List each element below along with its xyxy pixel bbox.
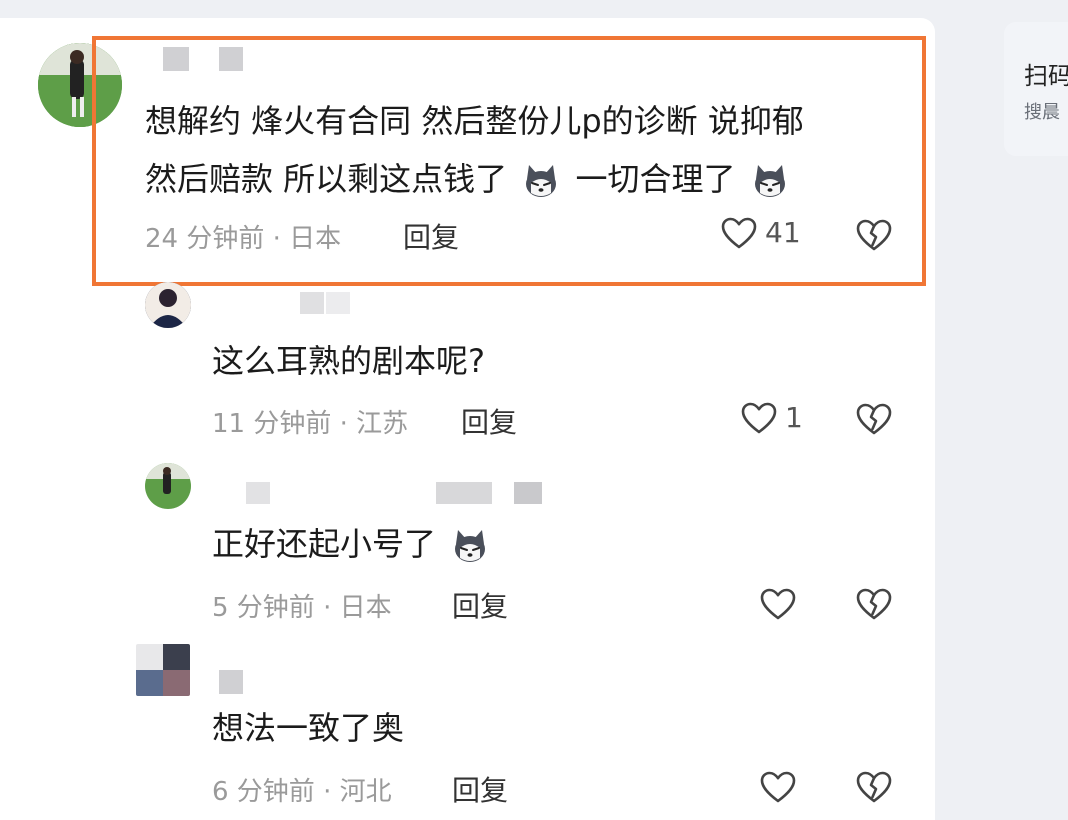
avatar[interactable] (145, 282, 191, 328)
broken-heart-icon[interactable] (856, 588, 892, 620)
broken-heart-icon[interactable] (856, 771, 892, 803)
broken-heart-icon[interactable] (856, 403, 892, 435)
side-card[interactable]: 扫码 搜晨 (1004, 22, 1068, 156)
avatar[interactable] (145, 463, 191, 509)
reply-button[interactable]: 回复 (452, 585, 508, 625)
avatar[interactable] (136, 644, 190, 696)
like-button[interactable]: 1 (741, 401, 803, 434)
comment-meta: 6 分钟前 · 河北 (212, 777, 392, 807)
username-blurred[interactable] (514, 482, 542, 504)
comment-meta: 5 分钟前 · 日本 (212, 593, 392, 623)
reply-button[interactable]: 回复 (452, 769, 508, 809)
username-blurred[interactable] (326, 292, 350, 314)
comment-text: 想法一致了奥 (212, 709, 405, 747)
heart-icon[interactable] (760, 771, 796, 803)
username-blurred[interactable] (219, 670, 243, 694)
username-blurred[interactable] (436, 482, 492, 504)
heart-icon (741, 402, 777, 434)
comment-meta: 11 分钟前 · 江苏 (212, 409, 409, 439)
comment-text: 这么耳熟的剧本呢? (212, 342, 485, 380)
side-card-title: 扫码 (1024, 62, 1068, 90)
comment-text: 正好还起小号了 (212, 515, 494, 573)
username-blurred[interactable] (300, 292, 324, 314)
like-count: 1 (785, 401, 803, 434)
reply-button[interactable]: 回复 (461, 401, 517, 441)
username-blurred[interactable] (246, 482, 270, 504)
dog-emoji-icon (450, 526, 490, 566)
heart-icon[interactable] (760, 588, 796, 620)
side-card-subtitle: 搜晨 (1024, 102, 1060, 123)
highlight-box (92, 36, 926, 286)
